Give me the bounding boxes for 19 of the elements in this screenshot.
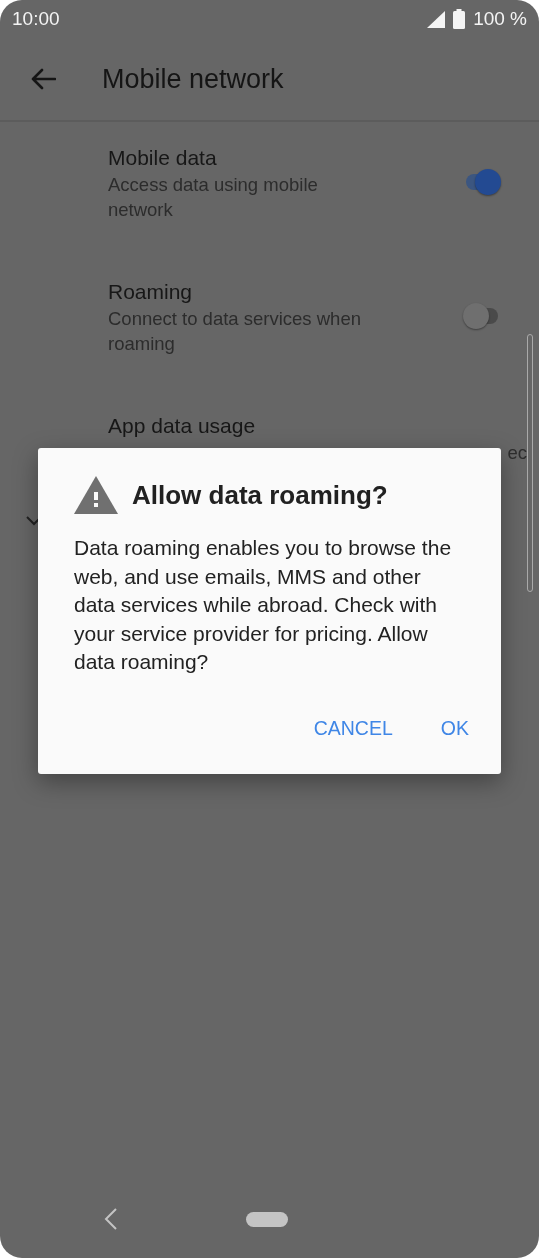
home-pill[interactable] (246, 1211, 288, 1227)
setting-summary: Access data using mobile network (108, 173, 319, 222)
dialog-title: Allow data roaming? (132, 479, 388, 511)
status-time: 10:00 (12, 8, 60, 30)
setting-title: Roaming (108, 280, 194, 304)
warning-icon (74, 476, 118, 514)
screen-title: Mobile network (102, 63, 284, 95)
setting-summary: ec (507, 441, 527, 465)
setting-title: App data usage (108, 414, 257, 438)
signal-icon (427, 10, 446, 28)
dialog-button[interactable]: OK (424, 710, 485, 746)
back-arrow-icon[interactable] (30, 68, 56, 90)
battery-icon (453, 9, 466, 29)
setting-summary: Connect to data services when roaming (108, 307, 362, 356)
dialog-button[interactable]: CANCEL (297, 710, 409, 746)
dialog-message: Data roaming enables you to browse the web, and use emails, MMS and other data services while abroad. Check with your service provider for pricing. Allow data roaming? (74, 535, 453, 675)
battery-percentage: 100 % (473, 8, 527, 30)
setting-title: Mobile data (108, 146, 218, 170)
back-icon[interactable] (104, 1208, 118, 1230)
